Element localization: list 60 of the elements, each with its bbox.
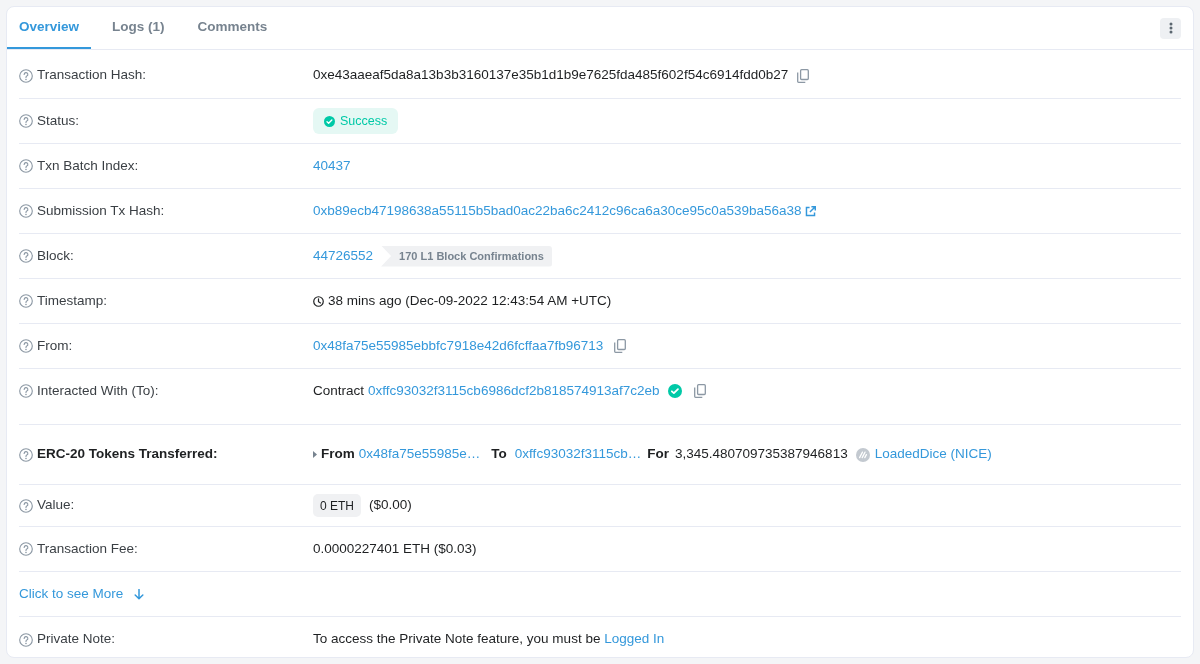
tab[interactable]: Logs (1) xyxy=(100,7,177,49)
token-amount: 3,345.480709735387946813 xyxy=(674,445,848,464)
field-label: ERC-20 Tokens Transferred: xyxy=(37,445,218,464)
field-label: Block: xyxy=(37,246,74,265)
help-icon xyxy=(19,159,33,173)
help-icon xyxy=(19,384,33,399)
field-label: Txn Batch Index: xyxy=(37,156,139,175)
help-icon xyxy=(19,204,33,218)
help-icon xyxy=(19,114,33,128)
clock-icon xyxy=(313,295,324,307)
block-link[interactable]: 44726552 xyxy=(313,245,374,267)
help-icon xyxy=(19,294,33,308)
to-label: To xyxy=(491,445,507,464)
field-label: Transaction Fee: xyxy=(37,539,138,558)
contract-link[interactable]: 0xffc93032f3115cb6986dcf2b818574913af7c2eb xyxy=(368,381,660,402)
help-icon xyxy=(19,542,33,556)
copy-icon[interactable] xyxy=(614,339,627,353)
more-options-button[interactable] xyxy=(1160,17,1181,39)
arrow-down-icon xyxy=(134,588,145,600)
help-icon xyxy=(19,498,33,513)
help-icon xyxy=(19,632,33,647)
from-label: From xyxy=(321,445,355,464)
field-label: Private Note: xyxy=(37,630,116,649)
to-address-link[interactable]: 0xffc93032f3115cb… xyxy=(514,444,642,465)
field-label: Timestamp: xyxy=(37,291,107,310)
timestamp-value: 38 mins ago (Dec-09-2022 12:43:54 AM +UTC) xyxy=(328,291,612,310)
help-icon xyxy=(19,447,33,462)
help-icon xyxy=(19,249,33,263)
token-link[interactable]: LoadedDice (NICE) xyxy=(874,444,992,465)
address-link[interactable]: 0xb89ecb47198638a55115b5bad0ac22ba6c2412c96ca6a30ce95c0a539ba56a38 xyxy=(313,200,802,222)
contract-label: Contract xyxy=(313,382,365,400)
for-label: For xyxy=(647,445,669,464)
address-link[interactable]: 40437 xyxy=(313,155,351,177)
field-label: Value: xyxy=(37,496,75,515)
copy-icon[interactable] xyxy=(693,384,706,399)
caret-icon xyxy=(313,451,317,458)
field-value: 0xe43aaeaf5da8a13b3b3160137e35b1d1b9e7625fda485f602f54c6914fdd0b27 xyxy=(313,66,789,85)
from-address-link[interactable]: 0x48fa75e55985e… xyxy=(358,444,481,465)
tab[interactable]: Comments xyxy=(185,7,280,49)
field-label: Interacted With (To): xyxy=(37,382,159,400)
tab[interactable]: Overview xyxy=(7,7,92,49)
field-label: Transaction Hash: xyxy=(37,66,147,85)
value-badge: 0 ETH xyxy=(313,494,361,517)
field-label: Status: xyxy=(37,111,80,130)
field-label: From: xyxy=(37,336,73,355)
vertical-dots-icon xyxy=(1168,22,1173,34)
help-icon xyxy=(19,68,33,83)
confirmations-tag: 170 L1 Block Confirmations xyxy=(381,245,552,267)
address-link[interactable]: 0x48fa75e55985ebbfc7918e42d6fcffaa7fb96713 xyxy=(313,335,604,357)
status-badge: Success xyxy=(313,108,399,134)
field-value: 0.0000227401 ETH ($0.03) xyxy=(313,539,477,558)
help-icon xyxy=(19,339,33,353)
token-logo-icon xyxy=(855,447,870,462)
login-link[interactable]: Logged In xyxy=(604,631,665,647)
field-label: Submission Tx Hash: xyxy=(37,201,165,220)
usd-value: ($0.00) xyxy=(369,496,412,515)
private-note-text: To access the Private Note feature, you must be Logged In xyxy=(313,630,665,649)
see-more-link[interactable]: Click to see More xyxy=(19,583,145,605)
check-circle-icon xyxy=(324,115,335,127)
copy-icon[interactable] xyxy=(797,68,810,83)
